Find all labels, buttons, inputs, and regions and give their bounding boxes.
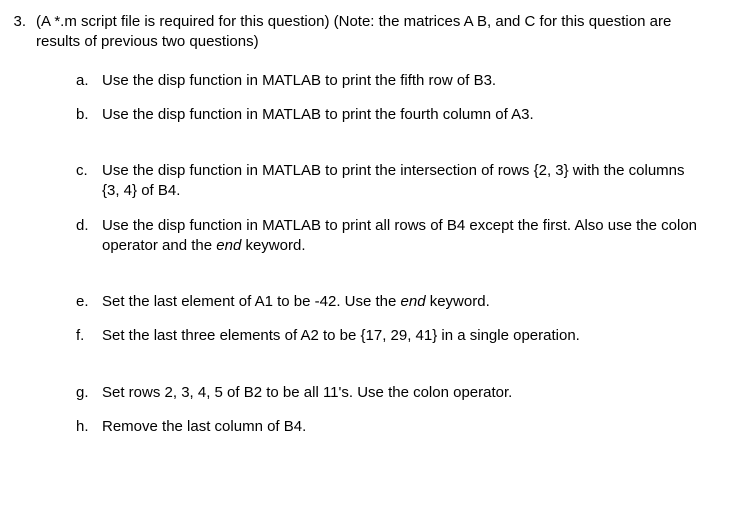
subitem-g: g. Set rows 2, 3, 4, 5 of B2 to be all 1… [76, 383, 714, 403]
subitem-text: Set rows 2, 3, 4, 5 of B2 to be all 11's… [102, 383, 714, 403]
italic-keyword: end [401, 293, 426, 310]
subitem-h: h. Remove the last column of B4. [76, 417, 714, 437]
subitem-text: Use the disp function in MATLAB to print… [102, 161, 714, 202]
subitem-d: d. Use the disp function in MATLAB to pr… [76, 216, 714, 257]
subitem-letter: e. [76, 292, 102, 312]
text-part: keyword. [426, 293, 490, 310]
subitem-letter: c. [76, 161, 102, 202]
subitem-letter: b. [76, 105, 102, 125]
text-part: Set the last element of A1 to be -42. Us… [102, 293, 401, 310]
subitem-f: f. Set the last three elements of A2 to … [76, 326, 714, 346]
subitem-e: e. Set the last element of A1 to be -42.… [76, 292, 714, 312]
italic-keyword: end [216, 237, 241, 254]
subitem-text: Remove the last column of B4. [102, 417, 714, 437]
subitems-list: a. Use the disp function in MATLAB to pr… [76, 71, 714, 438]
subitem-letter: h. [76, 417, 102, 437]
subitem-text: Set the last element of A1 to be -42. Us… [102, 292, 714, 312]
question-header: 3. (A *.m script file is required for th… [8, 12, 714, 53]
question-number: 3. [8, 12, 36, 53]
subitem-text: Use the disp function in MATLAB to print… [102, 105, 714, 125]
text-part: keyword. [241, 237, 305, 254]
subitem-letter: a. [76, 71, 102, 91]
subitem-letter: g. [76, 383, 102, 403]
subitem-letter: d. [76, 216, 102, 257]
subitem-text: Use the disp function in MATLAB to print… [102, 71, 714, 91]
subitem-c: c. Use the disp function in MATLAB to pr… [76, 161, 714, 202]
subitem-text: Use the disp function in MATLAB to print… [102, 216, 714, 257]
subitem-b: b. Use the disp function in MATLAB to pr… [76, 105, 714, 125]
subitem-letter: f. [76, 326, 102, 346]
subitem-a: a. Use the disp function in MATLAB to pr… [76, 71, 714, 91]
question-text: (A *.m script file is required for this … [36, 12, 714, 53]
subitem-text: Set the last three elements of A2 to be … [102, 326, 714, 346]
text-part: Use the disp function in MATLAB to print… [102, 217, 697, 254]
